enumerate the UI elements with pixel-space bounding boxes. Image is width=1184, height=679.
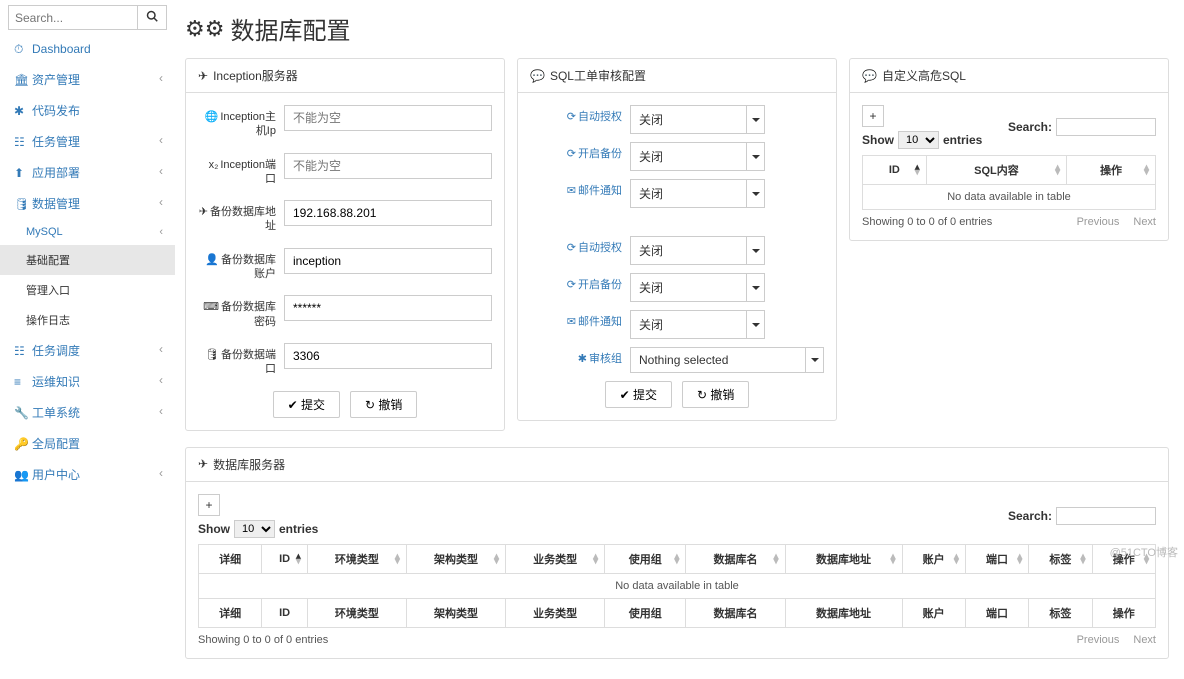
text-input[interactable] bbox=[284, 295, 492, 321]
table-header[interactable]: 账户▴▾ bbox=[902, 544, 965, 573]
table-footer: 端口 bbox=[965, 598, 1028, 627]
sidebar-search-input[interactable] bbox=[8, 5, 138, 30]
table-footer: ID bbox=[262, 598, 307, 627]
sidebar-item[interactable]: MySQL bbox=[0, 219, 175, 245]
table-footer: 详细 bbox=[199, 598, 262, 627]
db-table: 详细ID▴▾环境类型▴▾架构类型▴▾业务类型▴▾使用组▴▾数据库名▴▾数据库地址… bbox=[198, 544, 1156, 628]
send-icon: ✈ bbox=[198, 69, 208, 83]
db-next-link[interactable]: Next bbox=[1133, 634, 1156, 646]
sidebar-item[interactable]: 👥用户中心 bbox=[0, 459, 175, 490]
select-input[interactable]: 关闭 bbox=[630, 310, 765, 339]
submit-button[interactable]: ✔ 提交 bbox=[605, 381, 672, 408]
table-header[interactable]: 环境类型▴▾ bbox=[307, 544, 406, 573]
table-footer: 数据库地址 bbox=[785, 598, 902, 627]
sidebar-item[interactable]: 🛢数据管理 bbox=[0, 188, 175, 219]
comment-icon: 💬 bbox=[862, 69, 877, 83]
col-action[interactable]: 操作▴▾ bbox=[1067, 156, 1156, 185]
table-footer: 架构类型 bbox=[406, 598, 505, 627]
table-header[interactable]: 详细 bbox=[199, 544, 262, 573]
sidebar-item[interactable]: ⬆应用部署 bbox=[0, 157, 175, 188]
add-sql-button[interactable]: + bbox=[862, 105, 884, 127]
table-footer: 数据库名 bbox=[686, 598, 785, 627]
select-input[interactable]: 关闭 bbox=[630, 105, 765, 134]
submit-button[interactable]: ✔ 提交 bbox=[273, 391, 340, 418]
sidebar-item[interactable]: 🏛资产管理 bbox=[0, 64, 175, 95]
entries-select[interactable]: 10 bbox=[898, 131, 939, 149]
text-input[interactable] bbox=[284, 105, 492, 131]
panel-sql-audit: 💬SQL工单审核配置 ⟳自动授权关闭⟳开启备份关闭✉邮件通知关闭⟳自动授权关闭⟳… bbox=[517, 58, 837, 421]
col-id[interactable]: ID▴▾ bbox=[863, 156, 927, 185]
sidebar-item[interactable]: 🔧工单系统 bbox=[0, 397, 175, 428]
table-footer: 操作 bbox=[1092, 598, 1155, 627]
table-footer: 标签 bbox=[1029, 598, 1092, 627]
send-icon: ✈ bbox=[198, 457, 208, 471]
table-header[interactable]: 使用组▴▾ bbox=[605, 544, 686, 573]
db-entries-select[interactable]: 10 bbox=[234, 520, 275, 538]
text-input[interactable] bbox=[284, 248, 492, 274]
table-header[interactable]: 数据库地址▴▾ bbox=[785, 544, 902, 573]
sql-search-input[interactable] bbox=[1056, 118, 1156, 136]
select-input[interactable]: 关闭 bbox=[630, 273, 765, 302]
next-link[interactable]: Next bbox=[1133, 216, 1156, 228]
col-sql[interactable]: SQL内容▴▾ bbox=[926, 156, 1066, 185]
reset-button[interactable]: ↻ 撤销 bbox=[350, 391, 417, 418]
panel-inception: ✈Inception服务器 🌐Inception主机Ipx₂Inception端… bbox=[185, 58, 505, 431]
table-header[interactable]: 业务类型▴▾ bbox=[506, 544, 605, 573]
sidebar-item[interactable]: 管理入口 bbox=[0, 275, 175, 305]
text-input[interactable] bbox=[284, 200, 492, 226]
panel-custom-sql: 💬自定义高危SQL + Show 10 entries Search bbox=[849, 58, 1169, 241]
table-header[interactable]: 数据库名▴▾ bbox=[686, 544, 785, 573]
table-header[interactable]: 架构类型▴▾ bbox=[406, 544, 505, 573]
cogs-icon: ⚙⚙ bbox=[185, 16, 224, 42]
table-header[interactable]: ID▴▾ bbox=[262, 544, 307, 573]
select-input[interactable]: 关闭 bbox=[630, 142, 765, 171]
sidebar-item[interactable]: ✱代码发布 bbox=[0, 95, 175, 126]
sql-table: ID▴▾ SQL内容▴▾ 操作▴▾ No data available in t… bbox=[862, 155, 1156, 210]
table-footer: 账户 bbox=[902, 598, 965, 627]
table-header[interactable]: 端口▴▾ bbox=[965, 544, 1028, 573]
table-footer: 使用组 bbox=[605, 598, 686, 627]
db-prev-link[interactable]: Previous bbox=[1077, 634, 1120, 646]
reset-button[interactable]: ↻ 撤销 bbox=[682, 381, 749, 408]
page-title: ⚙⚙ 数据库配置 bbox=[185, 11, 1169, 46]
db-search-input[interactable] bbox=[1056, 507, 1156, 525]
text-input[interactable] bbox=[284, 343, 492, 369]
select-input[interactable]: 关闭 bbox=[630, 179, 765, 208]
sidebar-search-button[interactable] bbox=[138, 5, 167, 30]
comment-icon: 💬 bbox=[530, 69, 545, 83]
select-input[interactable]: Nothing selected bbox=[630, 347, 824, 373]
table-header[interactable]: 标签▴▾ bbox=[1029, 544, 1092, 573]
prev-link[interactable]: Previous bbox=[1077, 216, 1120, 228]
sidebar-item[interactable]: 操作日志 bbox=[0, 305, 175, 335]
sidebar-item[interactable]: ☷任务管理 bbox=[0, 126, 175, 157]
sidebar-item[interactable]: 基础配置 bbox=[0, 245, 175, 275]
sidebar-item[interactable]: ⏱Dashboard bbox=[0, 35, 175, 64]
table-footer: 环境类型 bbox=[307, 598, 406, 627]
watermark: @51CTO博客 bbox=[1110, 544, 1178, 560]
text-input[interactable] bbox=[284, 153, 492, 179]
sidebar-item[interactable]: 🔑全局配置 bbox=[0, 428, 175, 459]
panel-db-servers: ✈数据库服务器 + Show 10 entries Search: bbox=[185, 447, 1169, 659]
sidebar-item[interactable]: ≡运维知识 bbox=[0, 366, 175, 397]
sidebar-item[interactable]: ☷任务调度 bbox=[0, 335, 175, 366]
select-input[interactable]: 关闭 bbox=[630, 236, 765, 265]
add-db-button[interactable]: + bbox=[198, 494, 220, 516]
table-footer: 业务类型 bbox=[506, 598, 605, 627]
